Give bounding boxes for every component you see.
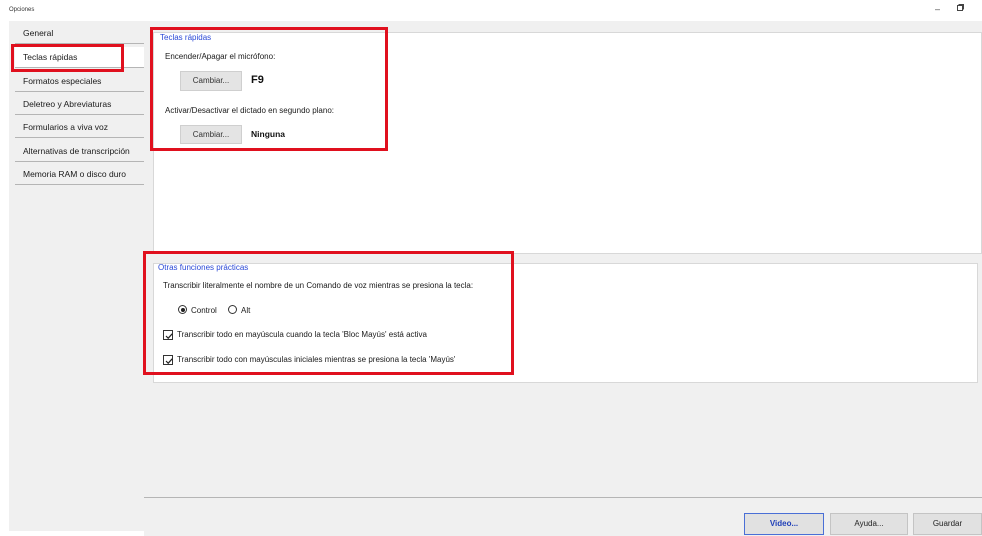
sidebar-item-general[interactable]: General (15, 23, 147, 44)
video-button[interactable]: Video... (744, 513, 824, 535)
radio-control[interactable] (178, 305, 187, 314)
radio-control-label: Control (191, 306, 217, 315)
sidebar-item-memoria[interactable]: Memoria RAM o disco duro (15, 164, 147, 185)
restore-icon[interactable] (957, 4, 964, 13)
transcribe-command-label: Transcribir literalmente el nombre de un… (163, 281, 474, 290)
sidebar-item-label: Teclas rápidas (23, 52, 78, 62)
sidebar-item-label: Alternativas de transcripción (23, 146, 130, 156)
background-change-button[interactable]: Cambiar... (180, 125, 242, 144)
checkmark-icon (165, 333, 173, 340)
sidebar-item-label: Formatos especiales (23, 76, 102, 86)
background-hotkey-value: Ninguna (251, 129, 285, 139)
sidebar-item-label: General (23, 28, 54, 38)
window-title: Opciones (9, 7, 35, 13)
save-button[interactable]: Guardar (913, 513, 982, 535)
sidebar: General Teclas rápidas Formatos especial… (9, 21, 147, 531)
shift-checkbox[interactable] (163, 355, 173, 365)
radio-alt-label: Alt (241, 306, 251, 315)
title-bar: Opciones – (0, 0, 982, 20)
mic-change-button[interactable]: Cambiar... (180, 71, 242, 91)
sidebar-item-deletreo[interactable]: Deletreo y Abreviaturas (15, 94, 147, 115)
sidebar-item-formatos-especiales[interactable]: Formatos especiales (15, 71, 147, 92)
background-dictation-label: Activar/Desactivar el dictado en segundo… (165, 106, 334, 115)
sidebar-item-label: Memoria RAM o disco duro (23, 169, 126, 179)
sidebar-item-label: Formularios a viva voz (23, 122, 109, 132)
sidebar-item-teclas-rapidas[interactable]: Teclas rápidas (15, 47, 147, 68)
hotkeys-group-title: Teclas rápidas (160, 33, 212, 42)
mic-toggle-label: Encender/Apagar el micrófono: (165, 52, 276, 61)
checkmark-icon (165, 358, 173, 365)
hotkeys-group (153, 32, 982, 254)
other-functions-title: Otras funciones prácticas (158, 263, 249, 272)
sidebar-item-label: Deletreo y Abreviaturas (23, 99, 112, 109)
mic-hotkey-value: F9 (251, 74, 264, 86)
caps-lock-label: Transcribir todo en mayúscula cuando la … (177, 330, 427, 339)
sidebar-item-alternativas[interactable]: Alternativas de transcripción (15, 141, 147, 162)
caps-lock-checkbox[interactable] (163, 330, 173, 340)
help-button[interactable]: Ayuda... (830, 513, 908, 535)
sidebar-item-formularios[interactable]: Formularios a viva voz (15, 117, 147, 138)
minimize-icon[interactable]: – (935, 4, 940, 14)
radio-alt[interactable] (228, 305, 237, 314)
shift-label: Transcribir todo con mayúsculas iniciale… (177, 355, 456, 364)
